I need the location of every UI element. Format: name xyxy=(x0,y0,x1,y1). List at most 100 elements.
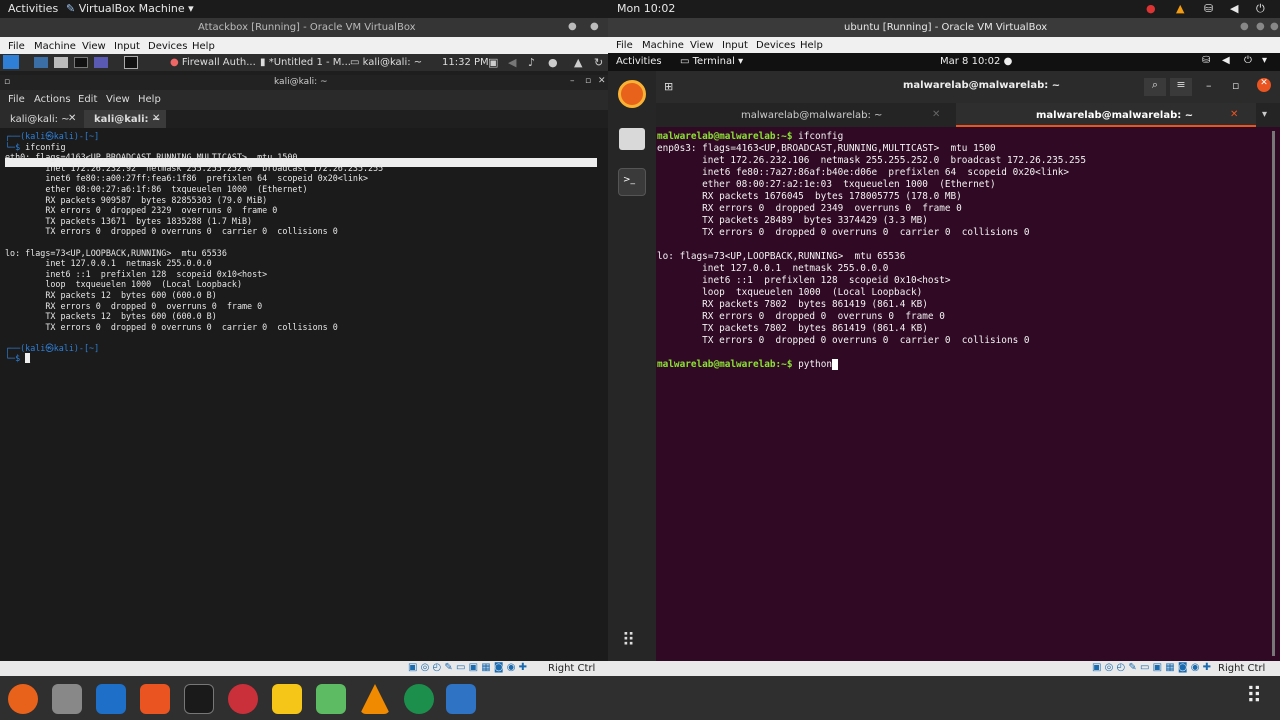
kali-clock[interactable]: 11:32 PM xyxy=(442,57,489,68)
chevron-down-icon[interactable]: ▾ xyxy=(1262,55,1267,66)
maximize-icon[interactable]: ● xyxy=(1256,21,1265,32)
warning-icon[interactable]: ▲ xyxy=(1176,2,1184,15)
attackbox-title-bar[interactable]: Attackbox [Running] - Oracle VM VirtualB… xyxy=(0,18,608,37)
minimize-icon[interactable]: ● xyxy=(1240,21,1249,32)
minimize-icon[interactable]: – xyxy=(570,76,575,86)
ubuntu-terminal-header[interactable]: ⊞ malwarelab@malwarelab: ~ ⌕ ≡ – ▫ ✕ xyxy=(656,71,1280,103)
files-icon[interactable] xyxy=(54,57,68,68)
lock-icon[interactable]: ▲ xyxy=(574,56,582,69)
refresh-icon[interactable]: ↻ xyxy=(594,56,603,69)
writer-icon[interactable] xyxy=(96,684,126,714)
bell-icon[interactable]: ♪ xyxy=(528,56,535,69)
network-icon[interactable]: ⛁ xyxy=(1202,55,1210,66)
kali-menu-icon[interactable] xyxy=(3,55,19,69)
task-terminal[interactable]: ▭ kali@kali: ~ xyxy=(350,57,422,68)
power-icon[interactable]: ⏻ xyxy=(1256,2,1265,16)
tab-2[interactable]: kali@kali: ~ ✕ xyxy=(84,110,166,128)
power-icon[interactable]: ⏻ xyxy=(1244,55,1252,66)
term-menu-file[interactable]: File xyxy=(8,94,25,105)
edb-debugger-icon[interactable] xyxy=(272,684,302,714)
volume-icon[interactable]: ◀ xyxy=(508,56,516,69)
menu-file[interactable]: File xyxy=(8,41,25,52)
term-menu-actions[interactable]: Actions xyxy=(34,94,71,105)
ubuntu-dock xyxy=(608,71,656,661)
menu-machine[interactable]: Machine xyxy=(642,40,684,51)
virtualbox-icon[interactable] xyxy=(446,684,476,714)
firefox-icon[interactable] xyxy=(618,80,646,108)
show-apps-icon[interactable]: ⠿ xyxy=(1246,684,1262,709)
close-tab-icon[interactable]: ✕ xyxy=(932,109,940,120)
host-app-menu[interactable]: ✎ VirtualBox Machine ▾ xyxy=(66,2,194,15)
menu-help[interactable]: Help xyxy=(192,41,215,52)
minimize-icon[interactable]: ● xyxy=(568,21,577,32)
menu-devices[interactable]: Devices xyxy=(756,40,795,51)
ubuntu-app-menu[interactable]: ▭ Terminal ▾ xyxy=(680,56,743,67)
active-workspace-icon[interactable] xyxy=(124,56,138,69)
display-icon[interactable]: ▣ xyxy=(488,56,498,69)
status-indicator-icons[interactable]: ▣ ◎ ◴ ✎ ▭ ▣ ▦ ◙ ◉ ✚ xyxy=(408,662,527,673)
output-line: inet 172.26.232.106 netmask 255.255.252.… xyxy=(657,155,1086,166)
tab-1[interactable]: malwarelab@malwarelab: ~ ✕ xyxy=(656,103,956,127)
record-icon[interactable]: ● xyxy=(1146,2,1156,15)
workspace-1-icon[interactable] xyxy=(34,57,48,68)
status-indicator-icons[interactable]: ▣ ◎ ◴ ✎ ▭ ▣ ▦ ◙ ◉ ✚ xyxy=(1092,662,1211,673)
task-untitled[interactable]: ▮ *Untitled 1 - M... xyxy=(260,57,351,68)
host-activities-button[interactable]: Activities xyxy=(8,2,58,15)
terminal-icon[interactable]: >_ xyxy=(618,168,646,196)
task-firewall-auth[interactable]: ● Firewall Auth... xyxy=(170,57,256,68)
menu-file[interactable]: File xyxy=(616,40,633,51)
files-icon[interactable] xyxy=(619,128,645,150)
command-text: ifconfig xyxy=(798,131,844,142)
close-icon[interactable]: ✕ xyxy=(1257,78,1271,92)
menu-machine[interactable]: Machine xyxy=(34,41,76,52)
close-tab-icon[interactable]: ✕ xyxy=(1230,109,1238,120)
ubuntu-clock[interactable]: Mar 8 10:02 ● xyxy=(940,56,1012,67)
tab-1[interactable]: kali@kali: ~ ✕ xyxy=(0,110,84,128)
ubuntu-terminal-output[interactable]: malwarelab@malwarelab:~$ ifconfig enp0s3… xyxy=(657,131,1086,371)
output-line: inet6 fe80::7a27:86af:b40e:d06e prefixle… xyxy=(657,167,1070,178)
scrollbar[interactable] xyxy=(1272,131,1275,656)
show-apps-icon[interactable]: ⠿ xyxy=(622,630,635,651)
hamburger-menu-icon[interactable]: ≡ xyxy=(1170,78,1192,96)
tab-2[interactable]: malwarelab@malwarelab: ~ ✕ xyxy=(956,103,1256,127)
menu-devices[interactable]: Devices xyxy=(148,41,187,52)
minimize-icon[interactable]: – xyxy=(1206,79,1212,92)
term-menu-help[interactable]: Help xyxy=(138,94,161,105)
menu-view[interactable]: View xyxy=(690,40,714,51)
close-icon[interactable]: ● xyxy=(1270,21,1279,32)
host-clock[interactable]: Mon 10:02 xyxy=(617,2,675,15)
output-line: loop txqueuelen 1000 (Local Loopback) xyxy=(5,279,242,290)
ubuntu-title-bar[interactable]: ubuntu [Running] - Oracle VM VirtualBox … xyxy=(608,18,1280,37)
menu-input[interactable]: Input xyxy=(114,41,140,52)
term-menu-view[interactable]: View xyxy=(106,94,130,105)
browser-launcher-icon[interactable] xyxy=(94,57,108,68)
debian-icon[interactable] xyxy=(228,684,258,714)
terminal-launcher-icon[interactable] xyxy=(74,57,88,68)
menu-input[interactable]: Input xyxy=(722,40,748,51)
volume-icon[interactable]: ◀ xyxy=(1222,55,1230,66)
close-tab-icon[interactable]: ✕ xyxy=(152,113,160,124)
close-tab-icon[interactable]: ✕ xyxy=(68,113,76,124)
maximize-icon[interactable]: ▫ xyxy=(585,76,591,86)
maximize-icon[interactable]: ▫ xyxy=(1232,79,1239,92)
kali-terminal-title-bar[interactable]: ▫ kali@kali: ~ – ▫ ✕ xyxy=(0,75,608,90)
menu-view[interactable]: View xyxy=(82,41,106,52)
close-icon[interactable]: ✕ xyxy=(598,76,606,86)
calculator-icon[interactable] xyxy=(316,684,346,714)
volume-icon[interactable]: ◀ xyxy=(1230,2,1238,15)
software-store-icon[interactable] xyxy=(140,684,170,714)
files-icon[interactable] xyxy=(52,684,82,714)
search-icon[interactable]: ⌕ xyxy=(1144,78,1166,96)
network-icon[interactable]: ⛁ xyxy=(1204,2,1213,15)
terminal-icon[interactable] xyxy=(184,684,214,714)
menu-help[interactable]: Help xyxy=(800,40,823,51)
term-menu-edit[interactable]: Edit xyxy=(78,94,97,105)
chevron-down-icon[interactable]: ▾ xyxy=(1262,109,1267,120)
wireshark-icon[interactable] xyxy=(404,684,434,714)
firefox-icon[interactable] xyxy=(8,684,38,714)
output-line: TX packets 7802 bytes 861419 (861.4 KB) xyxy=(657,323,928,334)
power-icon[interactable]: ● xyxy=(548,56,558,69)
ubuntu-activities-button[interactable]: Activities xyxy=(616,56,662,67)
close-icon[interactable]: ● xyxy=(590,21,599,32)
new-tab-icon[interactable]: ⊞ xyxy=(664,80,673,93)
